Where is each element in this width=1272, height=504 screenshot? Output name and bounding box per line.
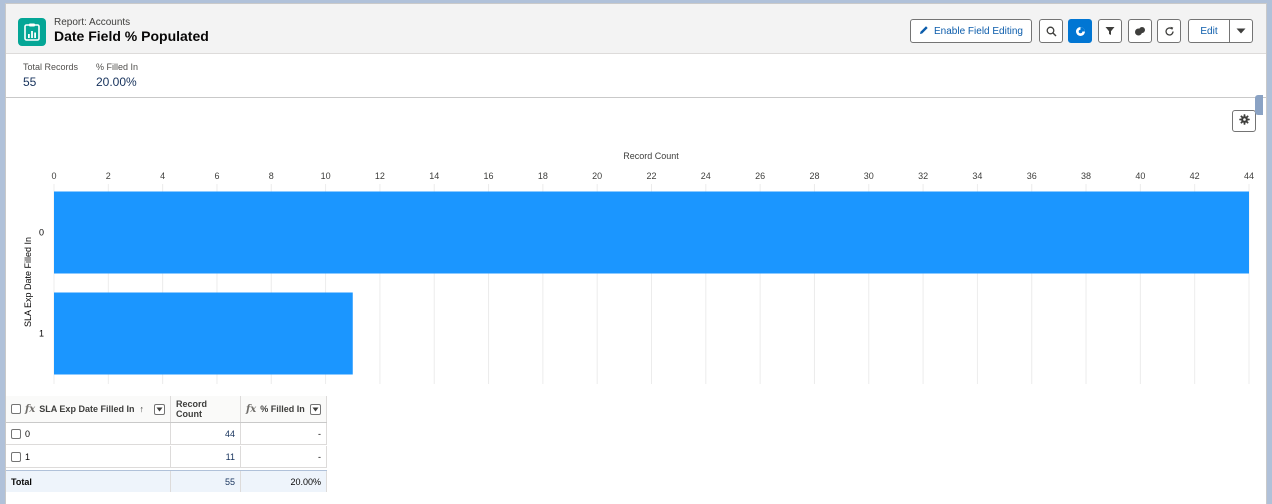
- x-tick-label: 18: [538, 171, 548, 181]
- x-tick-label: 36: [1027, 171, 1037, 181]
- sort-ascending-icon: ↑: [139, 404, 144, 414]
- filled-in-value: 20.00%: [96, 75, 137, 89]
- report-frame: Report: Accounts Date Field % Populated …: [5, 3, 1267, 504]
- column-header-label: % Filled In: [260, 404, 305, 414]
- table-row: 0 44 -: [6, 423, 327, 445]
- x-tick-label: 10: [321, 171, 331, 181]
- enable-field-editing-label: Enable Field Editing: [934, 25, 1023, 37]
- select-all-checkbox[interactable]: [11, 404, 21, 414]
- refresh-icon: [1164, 26, 1175, 37]
- x-tick-label: 2: [106, 171, 111, 181]
- fx-icon: fx: [25, 403, 36, 415]
- total-records-value: 55: [23, 75, 37, 89]
- column-header-record-count[interactable]: Record Count: [171, 396, 241, 422]
- search-icon: [1046, 26, 1057, 37]
- group-cell: 1: [6, 446, 171, 467]
- group-value: 1: [25, 451, 31, 462]
- column-header-sla-exp-date-filled-in[interactable]: fx SLA Exp Date Filled In ↑: [6, 396, 171, 422]
- report-app-icon: [18, 18, 46, 46]
- y-tick-label: 0: [39, 228, 44, 238]
- x-tick-label: 16: [484, 171, 494, 181]
- x-tick-label: 4: [160, 171, 165, 181]
- page-title: Date Field % Populated: [54, 28, 209, 44]
- x-tick-label: 30: [864, 171, 874, 181]
- total-records-label: Total Records: [23, 62, 79, 72]
- record-count-cell: 11: [171, 446, 241, 467]
- chart-settings-button[interactable]: [1232, 110, 1256, 132]
- x-tick-label: 24: [701, 171, 711, 181]
- filter-button[interactable]: [1098, 19, 1122, 43]
- filled-in-cell: -: [241, 446, 327, 467]
- breadcrumb[interactable]: Report: Accounts: [54, 17, 130, 28]
- x-tick-label: 44: [1244, 171, 1254, 181]
- y-axis-title: SLA Exp Date Filled In: [23, 237, 33, 327]
- gear-icon: [1238, 112, 1250, 130]
- side-panel-handle[interactable]: [1255, 95, 1263, 115]
- x-tick-label: 38: [1081, 171, 1091, 181]
- report-header: Report: Accounts Date Field % Populated …: [6, 4, 1266, 54]
- x-tick-label: 32: [918, 171, 928, 181]
- filled-in-summary: % Filled In 20.00%: [96, 62, 138, 89]
- x-tick-label: 28: [809, 171, 819, 181]
- x-tick-label: 22: [646, 171, 656, 181]
- x-tick-label: 42: [1190, 171, 1200, 181]
- toggle-button[interactable]: [1128, 19, 1152, 43]
- x-tick-label: 8: [269, 171, 274, 181]
- column-header-label: SLA Exp Date Filled In: [39, 404, 135, 414]
- group-value: 0: [25, 428, 31, 439]
- filter-icon: [1105, 26, 1115, 36]
- bar-0[interactable]: [54, 191, 1249, 274]
- group-cell: 0: [6, 423, 171, 444]
- total-label: Total: [6, 471, 171, 492]
- pencil-icon: [919, 25, 929, 38]
- refresh-button[interactable]: [1157, 19, 1181, 43]
- y-tick-label: 1: [39, 329, 44, 339]
- enable-field-editing-button[interactable]: Enable Field Editing: [910, 19, 1032, 43]
- chart-toggle-button[interactable]: [1068, 19, 1092, 43]
- x-tick-label: 14: [429, 171, 439, 181]
- table-total-row: Total 55 20.00%: [6, 470, 327, 492]
- filled-in-cell: -: [241, 423, 327, 444]
- record-count-bar-chart: Record Count 0 2 4 6 8 10 12 14 16 18 20 22 24 26 28 30…: [23, 151, 1254, 384]
- x-tick-label: 0: [51, 171, 56, 181]
- record-count-cell: 44: [171, 423, 241, 444]
- table-row: 1 11 -: [6, 446, 327, 468]
- x-axis-title: Record Count: [623, 151, 679, 161]
- fx-icon: fx: [246, 403, 257, 415]
- report-summary: Total Records 55 % Filled In 20.00%: [6, 55, 1266, 98]
- total-records-summary: Total Records 55: [23, 62, 78, 89]
- toggle-icon: [1134, 26, 1146, 36]
- total-filled-in: 20.00%: [241, 471, 327, 492]
- chevron-down-icon: [1236, 26, 1246, 37]
- x-tick-label: 6: [214, 171, 219, 181]
- search-button[interactable]: [1039, 19, 1063, 43]
- x-tick-label: 12: [375, 171, 385, 181]
- edit-menu-button[interactable]: [1229, 19, 1253, 43]
- total-record-count: 55: [171, 471, 241, 492]
- column-header-filled-in[interactable]: fx % Filled In: [241, 396, 327, 422]
- x-tick-label: 40: [1135, 171, 1145, 181]
- filled-in-label: % Filled In: [96, 62, 139, 72]
- row-checkbox[interactable]: [11, 428, 21, 439]
- edit-button[interactable]: Edit: [1188, 19, 1230, 43]
- x-tick-label: 26: [755, 171, 765, 181]
- bar-1[interactable]: [54, 292, 353, 375]
- x-tick-label: 20: [592, 171, 602, 181]
- table-header-row: fx SLA Exp Date Filled In ↑ Record Count…: [6, 396, 327, 423]
- chart-icon: [1075, 26, 1086, 37]
- row-checkbox[interactable]: [11, 451, 21, 462]
- x-tick-label: 34: [972, 171, 982, 181]
- dropdown-icon[interactable]: [154, 403, 165, 415]
- dropdown-icon[interactable]: [310, 403, 321, 415]
